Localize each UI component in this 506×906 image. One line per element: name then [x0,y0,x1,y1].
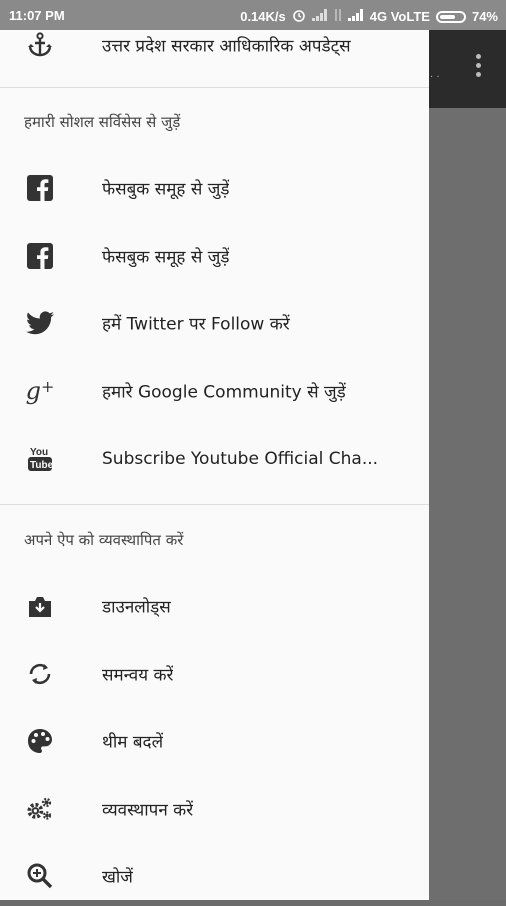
svg-text:You: You [30,447,48,458]
drawer-item-label: हमें Twitter पर Follow करें [102,314,290,335]
drawer-item-downloads[interactable]: डाउनलोड्स [0,576,429,636]
drawer-item-youtube[interactable]: You Tube Subscribe Youtube Official Cha.… [0,429,429,489]
navigation-drawer: उत्तर प्रदेश सरकार आधिकारिक अपडेट्स हमार… [0,30,429,900]
drawer-item-label: डाउनलोड्स [102,597,171,618]
downloads-icon [26,592,54,620]
search-icon [26,862,54,890]
facebook-icon [26,174,54,202]
drawer-item-facebook-2[interactable]: फेसबुक समूह से जुड़ें [0,226,429,286]
drawer-item-search[interactable]: खोजें [0,846,429,906]
youtube-icon: You Tube [26,445,54,473]
drawer-item-manage[interactable]: व्यवस्थापन करें [0,779,429,839]
battery-icon [435,10,466,23]
svg-text:Tube: Tube [30,460,53,471]
sync-icon [26,660,54,688]
google-plus-icon: g+ [25,377,55,405]
drawer-item-sync[interactable]: समन्वय करें [0,644,429,704]
palette-icon [26,727,54,755]
drawer-item-label: Subscribe Youtube Official Cha... [102,449,379,469]
drawer-item-google-community[interactable]: g+ हमारे Google Community से जुड़ें [0,361,429,421]
overflow-menu-icon[interactable] [476,54,482,81]
divider [0,87,429,88]
section-header-app: अपने ऐप को व्यवस्थापित करें [24,531,184,549]
drawer-item-label: फेसबुक समूह से जुड़ें [102,179,230,200]
drawer-item-label: समन्वय करें [102,665,174,686]
drawer-item-facebook-1[interactable]: फेसबुक समूह से जुड़ें [0,158,429,218]
twitter-icon [26,309,54,337]
battery-percent: 74% [471,9,498,24]
drawer-item-label: हमारे Google Community से जुड़ें [102,382,346,403]
settings-icon [26,795,54,823]
drawer-item-label: फेसबुक समूह से जुड़ें [102,247,230,268]
divider [0,504,429,505]
drawer-item-theme[interactable]: थीम बदलें [0,711,429,771]
drawer-item-label: खोजें [102,867,133,888]
drawer-item-up-govt-updates[interactable]: उत्तर प्रदेश सरकार आधिकारिक अपडेट्स [0,15,429,75]
anchor-icon [26,31,54,59]
drawer-item-label: थीम बदलें [102,732,164,753]
section-header-social: हमारी सोशल सर्विसेस से जुड़ें [24,113,181,131]
drawer-item-twitter[interactable]: हमें Twitter पर Follow करें [0,293,429,353]
drawer-item-label: व्यवस्थापन करें [102,800,194,821]
drawer-item-label: उत्तर प्रदेश सरकार आधिकारिक अपडेट्स [102,36,351,57]
tab-fragment: · · [430,72,440,83]
facebook-icon [26,242,54,270]
